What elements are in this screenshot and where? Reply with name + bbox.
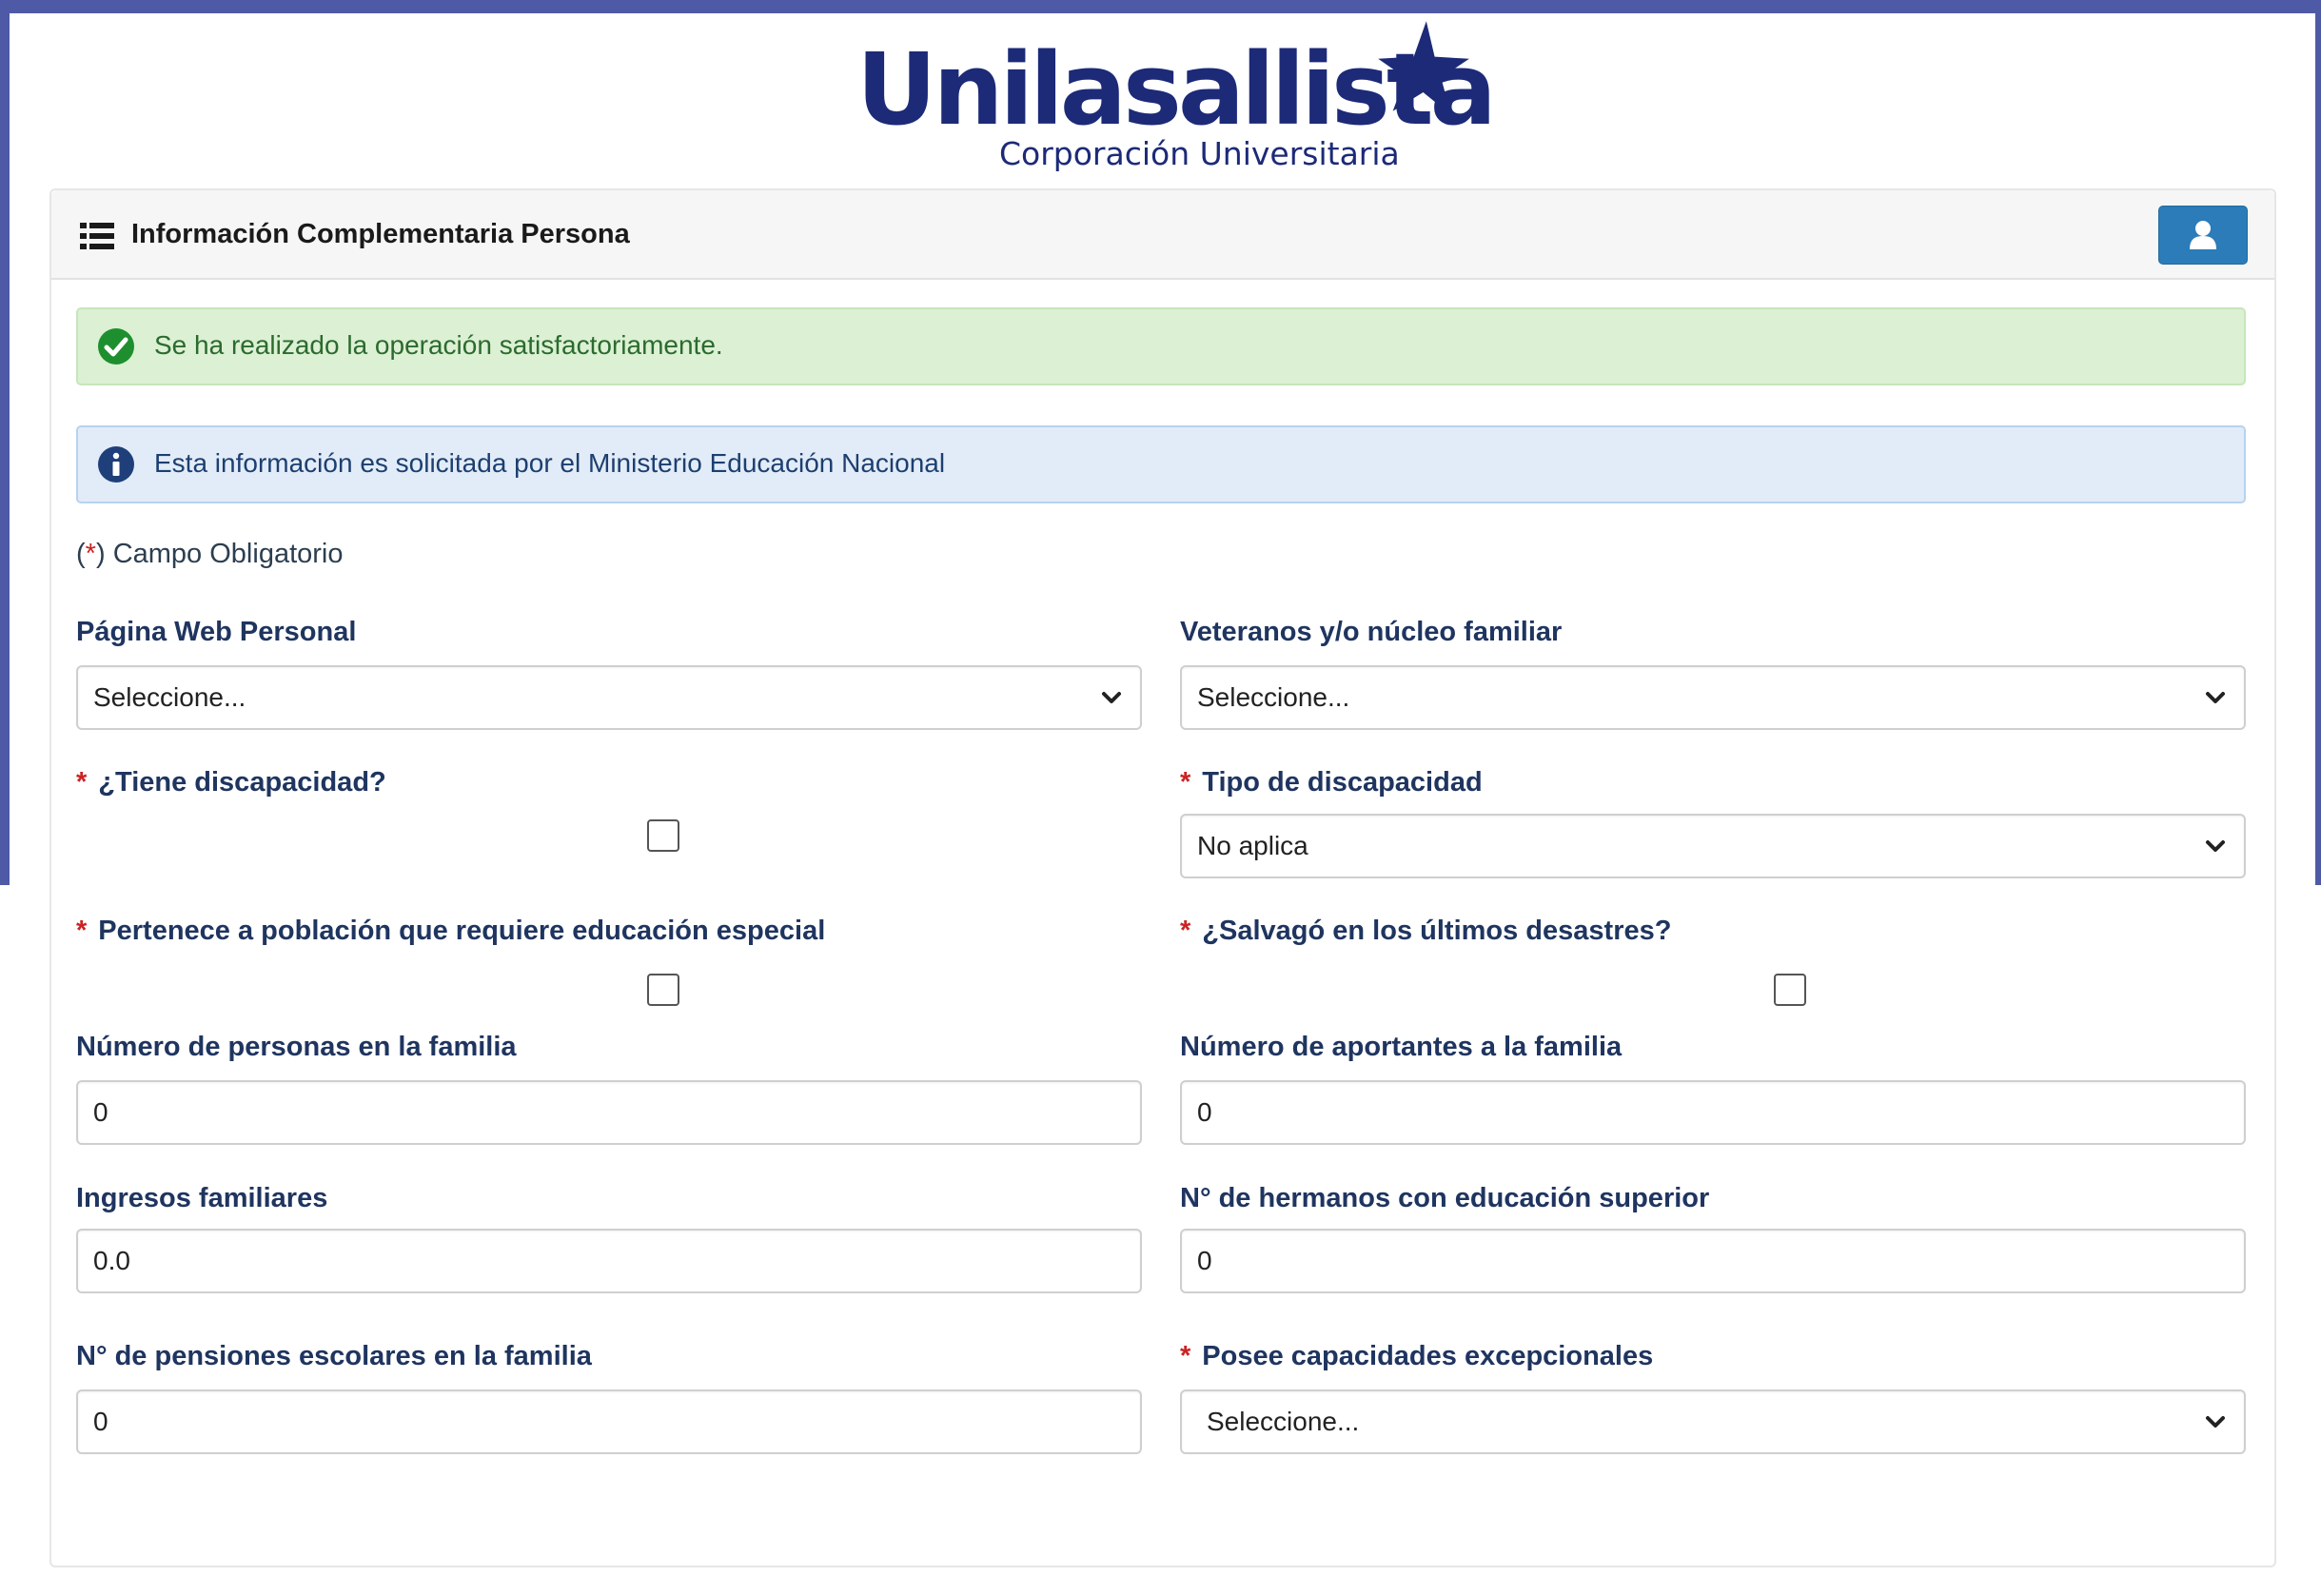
ingresos-label: Ingresos familiares bbox=[76, 1183, 328, 1213]
hermanos-input[interactable]: 0 bbox=[1180, 1229, 2246, 1293]
info-alert: Esta información es solicitada por el Mi… bbox=[76, 425, 2246, 503]
chevron-down-icon bbox=[2206, 840, 2225, 852]
aportantes-label: Número de aportantes a la familia bbox=[1180, 1032, 1623, 1062]
list-icon bbox=[80, 223, 114, 249]
window-frame-right bbox=[2315, 0, 2321, 885]
chevron-down-icon bbox=[2206, 692, 2225, 703]
info-message: Esta información es solicitada por el Mi… bbox=[154, 448, 946, 478]
personas-familia-input[interactable]: 0 bbox=[76, 1080, 1142, 1145]
personas-familia-label: Número de personas en la familia bbox=[76, 1032, 517, 1062]
check-circle-icon bbox=[98, 328, 134, 365]
tipo-discapacidad-select[interactable]: No aplica bbox=[1180, 814, 2246, 878]
panel-header: Información Complementaria Persona bbox=[51, 190, 2274, 280]
star-icon bbox=[1378, 21, 1469, 116]
success-message: Se ha realizado la operación satisfactor… bbox=[154, 330, 723, 360]
brand-logo: Unilasallista Corporación Universitaria bbox=[856, 19, 1497, 176]
chevron-down-icon bbox=[2206, 1416, 2225, 1428]
ingresos-input[interactable]: 0.0 bbox=[76, 1229, 1142, 1293]
discapacidad-label: * ¿Tiene discapacidad? bbox=[76, 767, 386, 798]
required-mark: * bbox=[85, 539, 96, 569]
pagina-web-select[interactable]: Seleccione... bbox=[76, 665, 1142, 730]
user-icon bbox=[2190, 221, 2216, 249]
required-legend: (*) Campo Obligatorio bbox=[76, 539, 344, 569]
chevron-down-icon bbox=[1102, 692, 1121, 703]
desastres-checkbox[interactable] bbox=[1774, 974, 1806, 1006]
window-frame-top bbox=[0, 0, 2321, 13]
success-alert: Se ha realizado la operación satisfactor… bbox=[76, 307, 2246, 385]
pensiones-label: N° de pensiones escolares en la familia bbox=[76, 1341, 592, 1371]
aportantes-input[interactable]: 0 bbox=[1180, 1080, 2246, 1145]
pagina-web-label: Página Web Personal bbox=[76, 617, 357, 647]
hermanos-label: N° de hermanos con educación superior bbox=[1180, 1183, 1710, 1213]
user-profile-button[interactable] bbox=[2158, 206, 2248, 265]
desastres-label: * ¿Salvagó en los últimos desastres? bbox=[1180, 916, 1672, 946]
veteranos-select[interactable]: Seleccione... bbox=[1180, 665, 2246, 730]
educacion-especial-label: * Pertenece a población que requiere educ… bbox=[76, 916, 826, 946]
brand-subtitle: Corporación Universitaria bbox=[999, 135, 1400, 172]
educacion-especial-checkbox[interactable] bbox=[647, 974, 679, 1006]
capacidades-label: * Posee capacidades excepcionales bbox=[1180, 1341, 1654, 1371]
info-icon bbox=[98, 446, 134, 483]
tipo-discapacidad-label: * Tipo de discapacidad bbox=[1180, 767, 1483, 798]
window-frame-left bbox=[0, 0, 10, 885]
pensiones-input[interactable]: 0 bbox=[76, 1389, 1142, 1454]
panel-title: Información Complementaria Persona bbox=[131, 219, 630, 249]
veteranos-label: Veteranos y/o núcleo familiar bbox=[1180, 617, 1563, 647]
capacidades-select[interactable]: Seleccione... bbox=[1180, 1389, 2246, 1454]
discapacidad-checkbox[interactable] bbox=[647, 819, 679, 852]
